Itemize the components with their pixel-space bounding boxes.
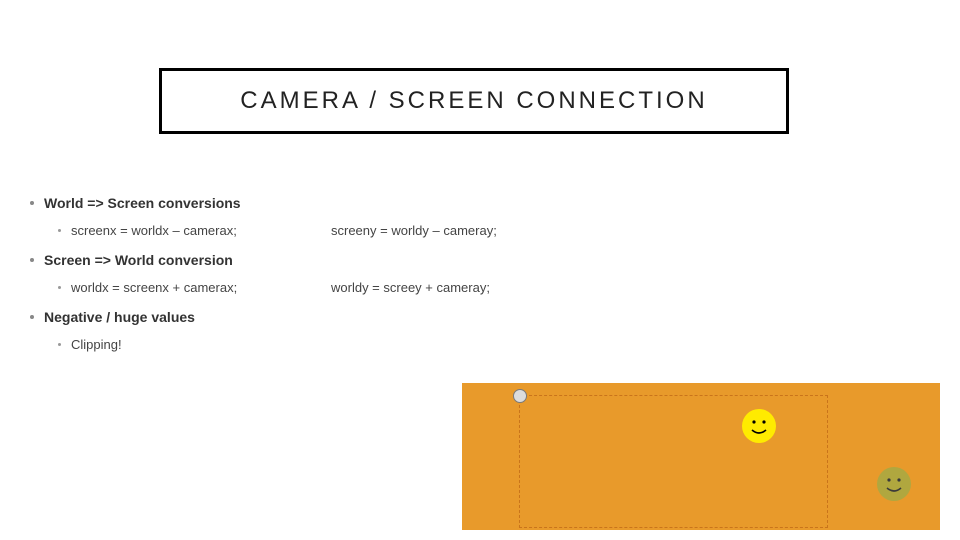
section-heading: Screen => World conversion <box>30 252 930 268</box>
list-item: Clipping! <box>58 337 930 352</box>
bullet-icon <box>30 201 34 205</box>
formula-right: worldy = screey + cameray; <box>331 280 490 295</box>
section-heading: World => Screen conversions <box>30 195 930 211</box>
camera-rect <box>519 395 828 528</box>
bullet-icon <box>30 315 34 319</box>
list-item: worldx = screenx + camerax; worldy = scr… <box>58 280 930 295</box>
bullet-icon <box>58 343 61 346</box>
list-item: screenx = worldx – camerax; screeny = wo… <box>58 223 930 238</box>
heading-text: World => Screen conversions <box>44 195 241 211</box>
heading-text: Screen => World conversion <box>44 252 233 268</box>
camera-origin-handle <box>513 389 527 403</box>
smiley-icon <box>742 409 776 443</box>
heading-text: Negative / huge values <box>44 309 195 325</box>
world-rect <box>462 383 940 530</box>
section-heading: Negative / huge values <box>30 309 930 325</box>
formula-right: screeny = worldy – cameray; <box>331 223 497 238</box>
bullet-icon <box>58 229 61 232</box>
formula-left: worldx = screenx + camerax; <box>71 280 271 295</box>
slide-title-box: CAMERA / SCREEN CONNECTION <box>159 68 789 134</box>
slide-content: World => Screen conversions screenx = wo… <box>30 195 930 366</box>
smiley-icon <box>877 467 911 501</box>
formula-left: screenx = worldx – camerax; <box>71 223 271 238</box>
bullet-icon <box>58 286 61 289</box>
formula-left: Clipping! <box>71 337 271 352</box>
slide-title: CAMERA / SCREEN CONNECTION <box>240 87 707 115</box>
bullet-icon <box>30 258 34 262</box>
